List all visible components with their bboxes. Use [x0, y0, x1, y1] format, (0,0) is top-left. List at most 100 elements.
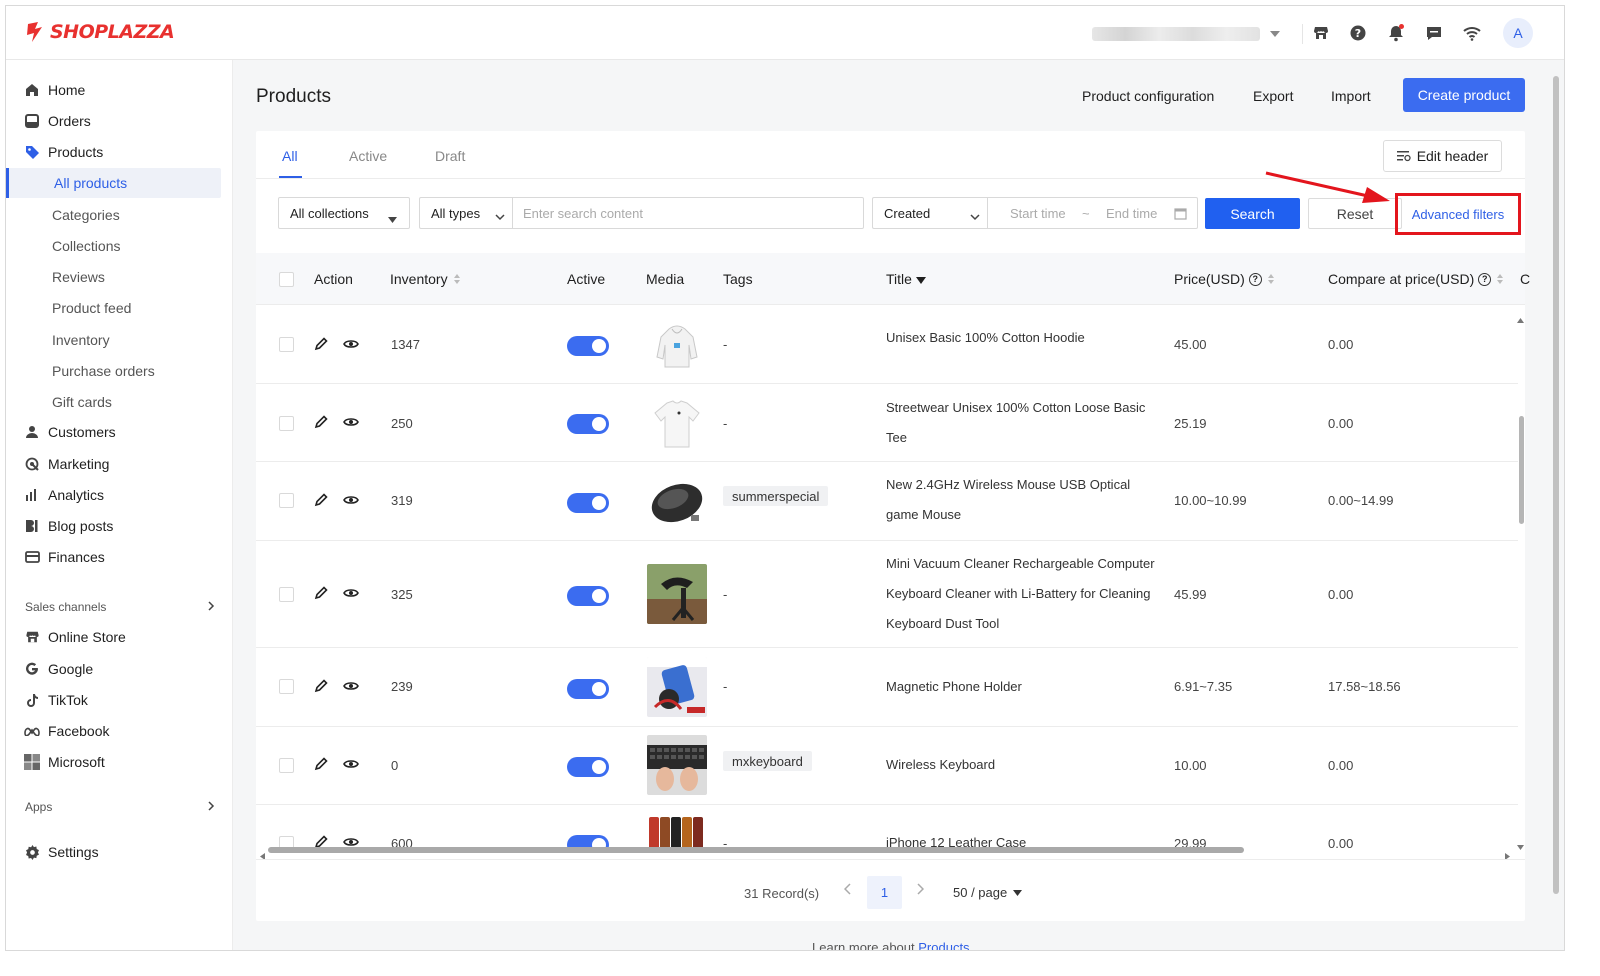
sidebar-item-microsoft[interactable]: Microsoft [6, 747, 233, 777]
message-icon[interactable] [1424, 23, 1444, 43]
advanced-filters-button[interactable]: Advanced filters [1395, 193, 1521, 235]
help-icon[interactable]: ? [1348, 23, 1368, 43]
edit-pencil-icon[interactable] [313, 678, 329, 694]
table-row[interactable]: 600 - iPhone 12 Leather Case 29.99 0.00 [256, 805, 1518, 850]
reset-button[interactable]: Reset [1308, 198, 1402, 229]
sidebar-subitem-all-products[interactable]: All products [6, 168, 221, 198]
product-image-vacuum[interactable] [647, 564, 707, 624]
create-product-button[interactable]: Create product [1403, 78, 1525, 112]
sales-channels-header[interactable]: Sales channels [25, 597, 215, 617]
row-checkbox[interactable] [279, 416, 294, 431]
view-eye-icon[interactable] [343, 336, 359, 352]
sidebar-item-marketing[interactable]: Marketing [6, 449, 233, 479]
sidebar-item-products[interactable]: Products [6, 137, 233, 167]
help-icon[interactable]: ? [1478, 272, 1492, 286]
sidebar-item-tiktok[interactable]: TikTok [6, 685, 233, 715]
product-title-link[interactable]: Magnetic Phone Holder [886, 672, 1156, 702]
active-toggle[interactable] [567, 586, 609, 606]
row-checkbox[interactable] [279, 493, 294, 508]
row-checkbox[interactable] [279, 758, 294, 773]
edit-header-button[interactable]: Edit header [1383, 140, 1502, 172]
store-selector[interactable] [1092, 26, 1292, 42]
active-toggle[interactable] [567, 493, 609, 513]
date-range-picker[interactable]: Start time ~ End time [987, 197, 1198, 229]
page-scrollbar-thumb[interactable] [1553, 76, 1559, 894]
sidebar-item-finances[interactable]: Finances [6, 542, 233, 572]
table-row[interactable]: 1347 - Unisex Basic 100% Cotton Hoodie 4… [256, 305, 1518, 384]
table-row[interactable]: 325 - Mini Vacuum Cleaner Rechargeable C… [256, 541, 1518, 648]
tag-chip[interactable]: mxkeyboard [723, 751, 812, 771]
edit-pencil-icon[interactable] [313, 336, 329, 352]
view-eye-icon[interactable] [343, 678, 359, 694]
sidebar-item-orders[interactable]: Orders [6, 106, 233, 136]
view-eye-icon[interactable] [343, 492, 359, 508]
row-checkbox[interactable] [279, 587, 294, 602]
sidebar-item-customers[interactable]: Customers [6, 417, 233, 447]
apps-header[interactable]: Apps [25, 797, 215, 817]
sort-desc-icon[interactable] [915, 271, 926, 287]
sidebar-item-analytics[interactable]: Analytics [6, 480, 233, 510]
product-image-hoodie[interactable] [647, 315, 707, 375]
logo[interactable]: SHOPLAZZA [24, 21, 175, 43]
edit-pencil-icon[interactable] [313, 585, 329, 601]
table-row[interactable]: 0 mxkeyboard Wireless Keyboard 10.00 0.0… [256, 727, 1518, 805]
sidebar-item-google[interactable]: Google [6, 654, 233, 684]
scroll-down-arrow[interactable] [1517, 837, 1524, 853]
active-toggle[interactable] [567, 757, 609, 777]
scroll-up-arrow[interactable] [1517, 311, 1524, 327]
sidebar-item-home[interactable]: Home [6, 75, 233, 105]
product-image-mouse[interactable] [647, 471, 707, 531]
sidebar-subitem-gift-cards[interactable]: Gift cards [6, 387, 233, 417]
sidebar-subitem-product-feed[interactable]: Product feed [6, 293, 233, 323]
next-page-button[interactable] [916, 882, 925, 899]
previous-page-button[interactable] [843, 882, 852, 899]
table-row[interactable]: 319 summerspecial New 2.4GHz Wireless Mo… [256, 462, 1518, 541]
column-price[interactable]: Price(USD)? [1174, 271, 1274, 287]
row-checkbox[interactable] [279, 337, 294, 352]
tab-all[interactable]: All [282, 148, 298, 164]
sidebar-item-facebook[interactable]: Facebook [6, 716, 233, 746]
page-scrollbar[interactable] [1552, 68, 1560, 948]
product-title-link[interactable]: Unisex Basic 100% Cotton Hoodie [886, 323, 1156, 353]
column-inventory[interactable]: Inventory [390, 271, 460, 287]
sort-icon[interactable] [1497, 274, 1504, 284]
learn-more-link[interactable]: Products [918, 940, 969, 950]
export-button[interactable]: Export [1253, 88, 1293, 104]
select-all-checkbox[interactable] [279, 272, 294, 287]
active-toggle[interactable] [567, 679, 609, 699]
active-toggle[interactable] [567, 336, 609, 356]
tag-chip[interactable]: summerspecial [723, 486, 829, 506]
help-icon[interactable]: ? [1248, 272, 1262, 286]
product-image-keyboard[interactable] [647, 735, 707, 795]
horizontal-scrollbar[interactable] [268, 847, 1244, 853]
table-row[interactable]: 239 - Magnetic Phone Holder 6.91~7.35 17… [256, 648, 1518, 727]
date-type-select[interactable]: Created [872, 197, 987, 229]
page-size-select[interactable]: 50 / page [953, 885, 1023, 900]
product-image-tee[interactable] [647, 393, 707, 453]
edit-pencil-icon[interactable] [313, 492, 329, 508]
sidebar-subitem-collections[interactable]: Collections [6, 231, 233, 261]
product-image-leather-case[interactable] [647, 813, 707, 850]
sidebar-subitem-purchase-orders[interactable]: Purchase orders [6, 356, 233, 386]
column-title[interactable]: Title [886, 271, 926, 287]
current-page-button[interactable]: 1 [867, 876, 902, 909]
edit-pencil-icon[interactable] [313, 414, 329, 430]
sort-icon[interactable] [453, 274, 460, 284]
product-image-phone-holder[interactable] [647, 657, 707, 717]
view-eye-icon[interactable] [343, 756, 359, 772]
sidebar-subitem-categories[interactable]: Categories [6, 200, 233, 230]
tab-draft[interactable]: Draft [435, 148, 465, 164]
view-eye-icon[interactable] [343, 414, 359, 430]
product-title-link[interactable]: New 2.4GHz Wireless Mouse USB Optical ga… [886, 470, 1156, 530]
sidebar-subitem-reviews[interactable]: Reviews [6, 262, 233, 292]
product-title-link[interactable]: Streetwear Unisex 100% Cotton Loose Basi… [886, 393, 1156, 453]
sidebar-item-settings[interactable]: Settings [6, 837, 233, 867]
wifi-icon[interactable] [1462, 23, 1482, 43]
import-button[interactable]: Import [1331, 88, 1371, 104]
bell-icon[interactable] [1386, 23, 1406, 43]
avatar[interactable]: A [1503, 18, 1533, 48]
view-eye-icon[interactable] [343, 585, 359, 601]
store-icon[interactable] [1311, 23, 1331, 43]
collections-select[interactable]: All collections [278, 197, 410, 229]
product-configuration-button[interactable]: Product configuration [1082, 88, 1214, 104]
